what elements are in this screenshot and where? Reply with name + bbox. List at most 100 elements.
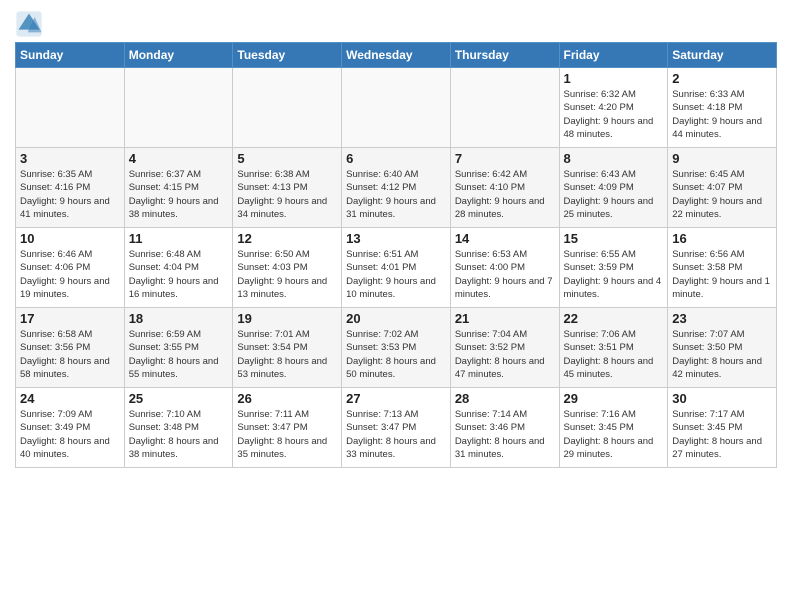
calendar-table: SundayMondayTuesdayWednesdayThursdayFrid… <box>15 42 777 468</box>
day-number: 20 <box>346 311 446 326</box>
day-number: 28 <box>455 391 555 406</box>
calendar-cell <box>450 68 559 148</box>
day-info: Sunrise: 6:50 AM Sunset: 4:03 PM Dayligh… <box>237 248 337 301</box>
calendar-cell <box>124 68 233 148</box>
day-number: 30 <box>672 391 772 406</box>
day-number: 25 <box>129 391 229 406</box>
day-number: 2 <box>672 71 772 86</box>
calendar-cell: 10 Sunrise: 6:46 AM Sunset: 4:06 PM Dayli… <box>16 228 125 308</box>
day-info: Sunrise: 6:32 AM Sunset: 4:20 PM Dayligh… <box>564 88 664 141</box>
day-number: 5 <box>237 151 337 166</box>
day-number: 1 <box>564 71 664 86</box>
calendar-week-3: 10 Sunrise: 6:46 AM Sunset: 4:06 PM Dayli… <box>16 228 777 308</box>
day-number: 19 <box>237 311 337 326</box>
day-info: Sunrise: 6:45 AM Sunset: 4:07 PM Dayligh… <box>672 168 772 221</box>
calendar-cell <box>342 68 451 148</box>
calendar-cell: 12 Sunrise: 6:50 AM Sunset: 4:03 PM Dayli… <box>233 228 342 308</box>
calendar-cell: 14 Sunrise: 6:53 AM Sunset: 4:00 PM Dayli… <box>450 228 559 308</box>
day-info: Sunrise: 6:37 AM Sunset: 4:15 PM Dayligh… <box>129 168 229 221</box>
day-number: 22 <box>564 311 664 326</box>
day-number: 29 <box>564 391 664 406</box>
day-info: Sunrise: 7:01 AM Sunset: 3:54 PM Dayligh… <box>237 328 337 381</box>
calendar-cell: 18 Sunrise: 6:59 AM Sunset: 3:55 PM Dayli… <box>124 308 233 388</box>
calendar-week-5: 24 Sunrise: 7:09 AM Sunset: 3:49 PM Dayli… <box>16 388 777 468</box>
day-number: 23 <box>672 311 772 326</box>
calendar-week-1: 1 Sunrise: 6:32 AM Sunset: 4:20 PM Daylig… <box>16 68 777 148</box>
header <box>15 10 777 38</box>
calendar-cell: 3Sunrise: 6:35 AM Sunset: 4:16 PM Daylig… <box>16 148 125 228</box>
day-info: Sunrise: 7:04 AM Sunset: 3:52 PM Dayligh… <box>455 328 555 381</box>
day-info: Sunrise: 7:16 AM Sunset: 3:45 PM Dayligh… <box>564 408 664 461</box>
day-number: 17 <box>20 311 120 326</box>
calendar-week-4: 17 Sunrise: 6:58 AM Sunset: 3:56 PM Dayli… <box>16 308 777 388</box>
day-info: Sunrise: 7:07 AM Sunset: 3:50 PM Dayligh… <box>672 328 772 381</box>
day-number: 15 <box>564 231 664 246</box>
calendar-cell: 6 Sunrise: 6:40 AM Sunset: 4:12 PM Daylig… <box>342 148 451 228</box>
day-info: Sunrise: 7:09 AM Sunset: 3:49 PM Dayligh… <box>20 408 120 461</box>
calendar-cell: 5 Sunrise: 6:38 AM Sunset: 4:13 PM Daylig… <box>233 148 342 228</box>
day-info: Sunrise: 6:46 AM Sunset: 4:06 PM Dayligh… <box>20 248 120 301</box>
calendar-cell: 8 Sunrise: 6:43 AM Sunset: 4:09 PM Daylig… <box>559 148 668 228</box>
calendar-cell: 1 Sunrise: 6:32 AM Sunset: 4:20 PM Daylig… <box>559 68 668 148</box>
col-header-saturday: Saturday <box>668 43 777 68</box>
calendar-cell: 27Sunrise: 7:13 AM Sunset: 3:47 PM Dayli… <box>342 388 451 468</box>
day-number: 14 <box>455 231 555 246</box>
day-number: 24 <box>20 391 120 406</box>
calendar-cell: 28 Sunrise: 7:14 AM Sunset: 3:46 PM Dayli… <box>450 388 559 468</box>
calendar-cell: 30 Sunrise: 7:17 AM Sunset: 3:45 PM Dayli… <box>668 388 777 468</box>
calendar-cell: 22 Sunrise: 7:06 AM Sunset: 3:51 PM Dayli… <box>559 308 668 388</box>
logo <box>15 10 46 38</box>
day-number: 26 <box>237 391 337 406</box>
day-info: Sunrise: 6:59 AM Sunset: 3:55 PM Dayligh… <box>129 328 229 381</box>
calendar-week-2: 3Sunrise: 6:35 AM Sunset: 4:16 PM Daylig… <box>16 148 777 228</box>
day-number: 10 <box>20 231 120 246</box>
col-header-wednesday: Wednesday <box>342 43 451 68</box>
day-number: 7 <box>455 151 555 166</box>
calendar-cell: 13Sunrise: 6:51 AM Sunset: 4:01 PM Dayli… <box>342 228 451 308</box>
day-info: Sunrise: 6:53 AM Sunset: 4:00 PM Dayligh… <box>455 248 555 301</box>
col-header-tuesday: Tuesday <box>233 43 342 68</box>
calendar-cell <box>16 68 125 148</box>
calendar-cell: 2Sunrise: 6:33 AM Sunset: 4:18 PM Daylig… <box>668 68 777 148</box>
day-number: 11 <box>129 231 229 246</box>
day-number: 12 <box>237 231 337 246</box>
day-info: Sunrise: 6:42 AM Sunset: 4:10 PM Dayligh… <box>455 168 555 221</box>
day-info: Sunrise: 7:06 AM Sunset: 3:51 PM Dayligh… <box>564 328 664 381</box>
day-info: Sunrise: 6:55 AM Sunset: 3:59 PM Dayligh… <box>564 248 664 301</box>
calendar-cell: 11 Sunrise: 6:48 AM Sunset: 4:04 PM Dayli… <box>124 228 233 308</box>
day-info: Sunrise: 6:38 AM Sunset: 4:13 PM Dayligh… <box>237 168 337 221</box>
calendar-cell: 25 Sunrise: 7:10 AM Sunset: 3:48 PM Dayli… <box>124 388 233 468</box>
calendar-cell: 24 Sunrise: 7:09 AM Sunset: 3:49 PM Dayli… <box>16 388 125 468</box>
day-info: Sunrise: 6:56 AM Sunset: 3:58 PM Dayligh… <box>672 248 772 301</box>
main-container: SundayMondayTuesdayWednesdayThursdayFrid… <box>0 0 792 476</box>
day-number: 27 <box>346 391 446 406</box>
col-header-friday: Friday <box>559 43 668 68</box>
col-header-monday: Monday <box>124 43 233 68</box>
calendar-cell: 26 Sunrise: 7:11 AM Sunset: 3:47 PM Dayli… <box>233 388 342 468</box>
day-info: Sunrise: 7:14 AM Sunset: 3:46 PM Dayligh… <box>455 408 555 461</box>
day-info: Sunrise: 6:40 AM Sunset: 4:12 PM Dayligh… <box>346 168 446 221</box>
calendar-cell: 23 Sunrise: 7:07 AM Sunset: 3:50 PM Dayli… <box>668 308 777 388</box>
day-info: Sunrise: 6:43 AM Sunset: 4:09 PM Dayligh… <box>564 168 664 221</box>
calendar-cell: 17 Sunrise: 6:58 AM Sunset: 3:56 PM Dayli… <box>16 308 125 388</box>
day-number: 9 <box>672 151 772 166</box>
logo-icon <box>15 10 43 38</box>
calendar-cell: 7 Sunrise: 6:42 AM Sunset: 4:10 PM Daylig… <box>450 148 559 228</box>
day-info: Sunrise: 7:11 AM Sunset: 3:47 PM Dayligh… <box>237 408 337 461</box>
day-number: 21 <box>455 311 555 326</box>
calendar-cell: 4Sunrise: 6:37 AM Sunset: 4:15 PM Daylig… <box>124 148 233 228</box>
day-info: Sunrise: 6:35 AM Sunset: 4:16 PM Dayligh… <box>20 168 120 221</box>
day-info: Sunrise: 6:58 AM Sunset: 3:56 PM Dayligh… <box>20 328 120 381</box>
day-info: Sunrise: 7:17 AM Sunset: 3:45 PM Dayligh… <box>672 408 772 461</box>
day-info: Sunrise: 6:48 AM Sunset: 4:04 PM Dayligh… <box>129 248 229 301</box>
day-number: 18 <box>129 311 229 326</box>
day-number: 8 <box>564 151 664 166</box>
day-number: 6 <box>346 151 446 166</box>
col-header-sunday: Sunday <box>16 43 125 68</box>
calendar-cell <box>233 68 342 148</box>
day-number: 13 <box>346 231 446 246</box>
calendar-cell: 29 Sunrise: 7:16 AM Sunset: 3:45 PM Dayli… <box>559 388 668 468</box>
day-info: Sunrise: 7:10 AM Sunset: 3:48 PM Dayligh… <box>129 408 229 461</box>
calendar-cell: 21 Sunrise: 7:04 AM Sunset: 3:52 PM Dayli… <box>450 308 559 388</box>
calendar-cell: 19 Sunrise: 7:01 AM Sunset: 3:54 PM Dayli… <box>233 308 342 388</box>
